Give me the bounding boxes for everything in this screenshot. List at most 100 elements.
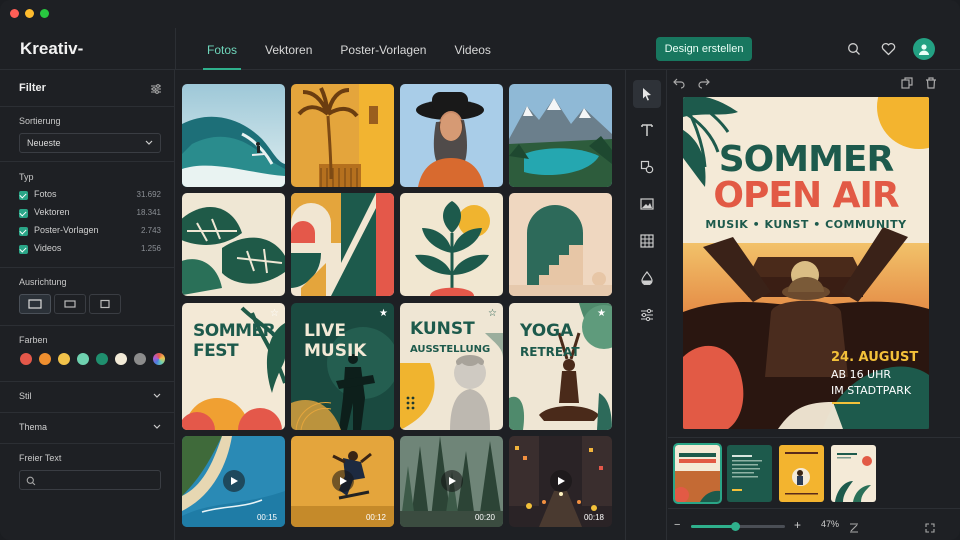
orientation-landscape-button[interactable] [19,294,51,314]
select-tool[interactable] [633,80,661,108]
type-checkbox-fotos[interactable]: Fotos 31.692 [19,189,161,203]
video-tile-city-night[interactable]: 00:18 [509,436,612,527]
color-swatch-orange[interactable] [39,353,51,365]
video-tile-forest[interactable]: 00:20 [400,436,503,527]
tab-fotos[interactable]: Fotos [193,28,251,70]
orientation-square-button[interactable] [54,294,86,314]
theme-dropdown[interactable]: Thema [19,422,161,436]
photo-tile-surfer[interactable] [182,84,285,187]
star-icon[interactable]: ☆ [488,308,497,319]
vector-tile-geometric[interactable] [291,193,394,296]
color-swatch-red[interactable] [20,353,32,365]
sort-select[interactable]: Neueste [19,133,161,153]
mountain-lake-photo [509,84,612,187]
search-icon[interactable] [844,39,864,59]
user-avatar[interactable] [913,38,935,60]
shapes-tool[interactable] [633,153,661,181]
vector-tile-leaf-plant[interactable] [400,193,503,296]
play-button[interactable] [441,470,463,492]
vector-tile-monstera[interactable] [182,193,285,296]
table-tool[interactable] [633,227,661,255]
freetext-input[interactable] [19,470,161,490]
heart-icon[interactable] [878,39,898,59]
star-filled-icon[interactable]: ★ [597,308,606,319]
create-design-button[interactable]: Design erstellen [656,37,752,61]
text-tool[interactable] [633,116,661,144]
photo-tile-portrait[interactable] [400,84,503,187]
checkbox-checked-icon [19,191,28,200]
fill-tool[interactable] [633,264,661,292]
photo-tile-mountain-lake[interactable] [509,84,612,187]
tab-videos[interactable]: Videos [440,28,504,70]
color-swatch-multicolor[interactable] [153,353,165,365]
redo-icon[interactable] [698,76,710,94]
page-thumbnail-1[interactable] [673,443,722,504]
chevron-down-icon [145,140,153,145]
tab-poster-vorlagen[interactable]: Poster-Vorlagen [326,28,440,70]
trash-icon[interactable] [925,76,937,94]
editor-toolbar [625,70,667,540]
page-thumbnail-1-preview [675,445,720,502]
image-icon [640,198,654,210]
page-thumbnail-3[interactable] [779,445,824,502]
poster-tile-sommer-fest[interactable]: SOMMER FEST ☆ [182,303,285,430]
checkbox-checked-icon [19,209,28,218]
undo-icon[interactable] [673,76,685,94]
style-dropdown[interactable]: Stil [19,391,161,405]
sliders-icon[interactable] [150,82,162,100]
play-button[interactable] [550,470,572,492]
duplicate-icon[interactable] [901,76,913,94]
zoom-slider-handle[interactable] [731,522,741,531]
poster-place[interactable]: IM STADTPARK [831,384,911,397]
type-count: 2.743 [140,226,161,235]
play-button[interactable] [223,470,245,492]
type-checkbox-videos[interactable]: Videos 1.256 [19,243,161,257]
zoom-in-icon[interactable]: + [794,518,801,532]
poster-date[interactable]: 24. AUGUST [831,350,918,365]
play-button[interactable] [332,470,354,492]
image-tool[interactable] [633,190,661,218]
design-canvas[interactable]: SOMMER OPEN AIR MUSIK • KUNST • COMMUNIT… [683,97,929,429]
poster-headline-1[interactable]: SOMMER [683,141,929,179]
maximize-window-button[interactable] [40,9,49,18]
orientation-portrait-button[interactable] [89,294,121,314]
page-thumbnail-4[interactable] [831,445,876,502]
poster-tile-title: LIVE MUSIK [304,321,367,361]
color-swatch-green[interactable] [96,353,108,365]
color-swatch-cream[interactable] [115,353,127,365]
vector-tile-arch-stairs[interactable] [509,193,612,296]
style-section[interactable]: Stil [0,382,175,413]
type-section: Typ Fotos 31.692 Vektoren 18.341 Poster-Vo… [0,162,175,268]
star-icon[interactable]: ☆ [270,308,279,319]
poster-time[interactable]: AB 16 UHR [831,368,891,381]
poster-tagline[interactable]: MUSIK • KUNST • COMMUNITY [683,218,929,231]
fit-icon[interactable] [849,520,859,538]
star-filled-icon[interactable]: ★ [379,308,388,319]
theme-section[interactable]: Thema [0,413,175,444]
poster-headline-2[interactable]: OPEN AIR [683,177,929,215]
color-swatch-mint[interactable] [77,353,89,365]
zoom-out-icon[interactable]: − [674,519,680,531]
fullscreen-icon[interactable] [925,520,935,538]
zoom-level[interactable]: 47% [821,519,839,529]
user-icon [919,44,929,55]
video-tile-coast[interactable]: 00:15 [182,436,285,527]
zoom-slider[interactable] [691,522,785,531]
close-window-button[interactable] [10,9,19,18]
window-controls [10,9,49,18]
poster-tile-yoga-retreat[interactable]: YOGA RETREAT ★ [509,303,612,430]
minimize-window-button[interactable] [25,9,34,18]
color-swatch-yellow[interactable] [58,353,70,365]
video-tile-skater[interactable]: 00:12 [291,436,394,527]
type-checkbox-poster-vorlagen[interactable]: Poster-Vorlagen 2.743 [19,225,161,239]
color-swatch-gray[interactable] [134,353,146,365]
adjust-tool[interactable] [633,301,661,329]
tab-vektoren[interactable]: Vektoren [251,28,326,70]
poster-tile-live-musik[interactable]: LIVE MUSIK ★ [291,303,394,430]
type-count: 31.692 [136,190,161,199]
photo-tile-palm[interactable] [291,84,394,187]
poster-tile-kunst-ausstellung[interactable]: KUNST AUSSTELLUNG ☆ [400,303,503,430]
type-checkbox-vektoren[interactable]: Vektoren 18.341 [19,207,161,221]
page-thumbnail-2[interactable] [727,445,772,502]
poster-tile-title: YOGA RETREAT [520,321,580,359]
